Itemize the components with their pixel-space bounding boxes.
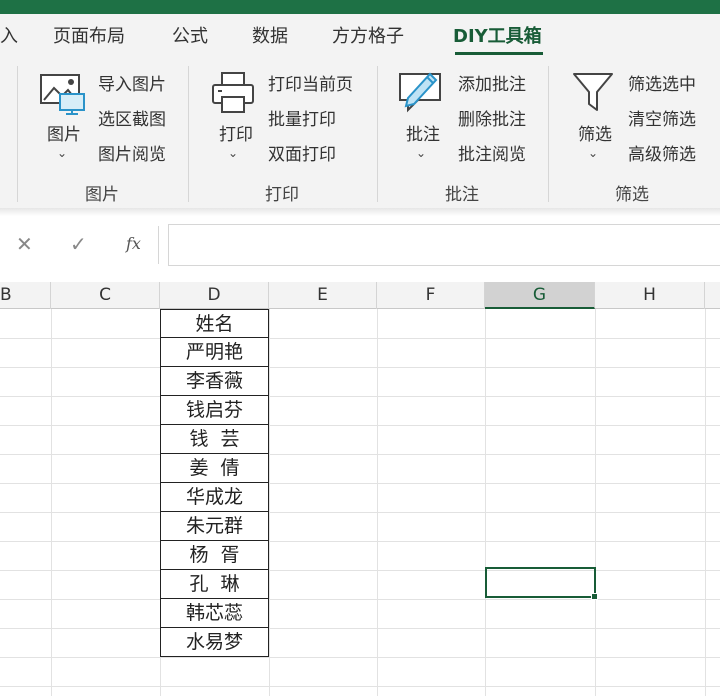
column-header-h[interactable]: H	[595, 282, 705, 309]
active-tab-indicator	[455, 52, 543, 55]
cancel-icon[interactable]: ✕	[16, 232, 33, 256]
insert-function-icon[interactable]: fx	[126, 234, 141, 253]
column-header-c[interactable]: C	[51, 282, 160, 309]
cell-name[interactable]: 杨 胥	[160, 541, 269, 570]
grid-line	[0, 396, 720, 397]
grid-line	[0, 425, 720, 426]
formula-input[interactable]	[168, 224, 720, 266]
picture-button[interactable]: 图片	[47, 120, 81, 145]
active-cell-selection[interactable]	[485, 567, 596, 598]
region-screenshot-button[interactable]: 选区截图	[98, 105, 166, 130]
tab-insert[interactable]: 入	[0, 22, 18, 48]
tab-formulas[interactable]: 公式	[172, 22, 208, 48]
chevron-down-icon[interactable]: ⌄	[416, 146, 426, 160]
print-current-page-button[interactable]: 打印当前页	[268, 70, 353, 95]
tab-data[interactable]: 数据	[252, 22, 288, 48]
import-picture-button[interactable]: 导入图片	[98, 70, 166, 95]
worksheet[interactable]	[0, 272, 720, 696]
comment-browse-button[interactable]: 批注阅览	[458, 140, 526, 165]
grid-line	[0, 338, 720, 339]
cell-name[interactable]: 钱启芬	[160, 396, 269, 425]
column-header-e[interactable]: E	[269, 282, 377, 309]
cell-name[interactable]: 钱 芸	[160, 425, 269, 454]
group-divider	[377, 66, 378, 202]
group-label-comment: 批注	[445, 185, 479, 205]
group-label-filter: 筛选	[615, 185, 649, 205]
grid-line	[0, 512, 720, 513]
advanced-filter-button[interactable]: 高级筛选	[628, 140, 696, 165]
duplex-print-button[interactable]: 双面打印	[268, 140, 336, 165]
column-header-b[interactable]: B	[0, 282, 51, 309]
grid-line	[0, 657, 720, 658]
chevron-down-icon[interactable]: ⌄	[228, 146, 238, 160]
batch-print-button[interactable]: 批量打印	[268, 105, 336, 130]
ribbon-left-edge	[0, 66, 18, 202]
group-label-picture: 图片	[85, 185, 119, 205]
group-divider	[548, 66, 549, 202]
printer-icon[interactable]	[210, 70, 256, 120]
cell-name[interactable]: 华成龙	[160, 483, 269, 512]
clear-filter-button[interactable]: 清空筛选	[628, 105, 696, 130]
cell-name[interactable]: 李香薇	[160, 367, 269, 396]
cell-name[interactable]: 水易梦	[160, 628, 269, 657]
print-button[interactable]: 打印	[219, 120, 253, 145]
grid-line	[0, 628, 720, 629]
cell-name[interactable]: 姜 倩	[160, 454, 269, 483]
filter-button[interactable]: 筛选	[578, 120, 612, 145]
enter-icon[interactable]: ✓	[70, 232, 87, 256]
grid-line	[0, 483, 720, 484]
chevron-down-icon[interactable]: ⌄	[588, 146, 598, 160]
add-comment-button[interactable]: 添加批注	[458, 70, 526, 95]
column-header-d[interactable]: D	[160, 282, 269, 309]
comment-button[interactable]: 批注	[406, 120, 440, 145]
picture-icon[interactable]	[38, 72, 88, 120]
tab-page-layout[interactable]: 页面布局	[53, 22, 125, 48]
title-bar	[0, 0, 720, 14]
cell-name[interactable]: 韩芯蕊	[160, 599, 269, 628]
grid-line	[0, 454, 720, 455]
grid-line	[0, 599, 720, 600]
picture-browse-button[interactable]: 图片阅览	[98, 140, 166, 165]
cell-name[interactable]: 孔 琳	[160, 570, 269, 599]
ribbon-shadow	[0, 208, 720, 216]
filter-selection-button[interactable]: 筛选选中	[628, 70, 696, 95]
filter-icon[interactable]	[570, 70, 616, 120]
column-header-g[interactable]: G	[485, 282, 595, 309]
delete-comment-button[interactable]: 删除批注	[458, 105, 526, 130]
tab-diy-toolbox[interactable]: DIY工具箱	[453, 22, 542, 48]
cell-name[interactable]: 朱元群	[160, 512, 269, 541]
tab-fangfang[interactable]: 方方格子	[332, 22, 404, 48]
ribbon-tabs: 入 页面布局 公式 数据 方方格子 DIY工具箱	[0, 14, 720, 58]
column-header-f[interactable]: F	[377, 282, 485, 309]
formula-divider	[158, 226, 159, 264]
fill-handle[interactable]	[591, 593, 598, 600]
comment-icon[interactable]	[396, 68, 446, 118]
grid-line	[0, 367, 720, 368]
chevron-down-icon[interactable]: ⌄	[57, 146, 67, 160]
group-label-print: 打印	[265, 185, 299, 205]
grid-line	[0, 570, 720, 571]
grid-line	[0, 541, 720, 542]
cell-name-header[interactable]: 姓名	[160, 309, 269, 338]
cell-name[interactable]: 严明艳	[160, 338, 269, 367]
grid-line	[0, 686, 720, 687]
group-divider	[188, 66, 189, 202]
